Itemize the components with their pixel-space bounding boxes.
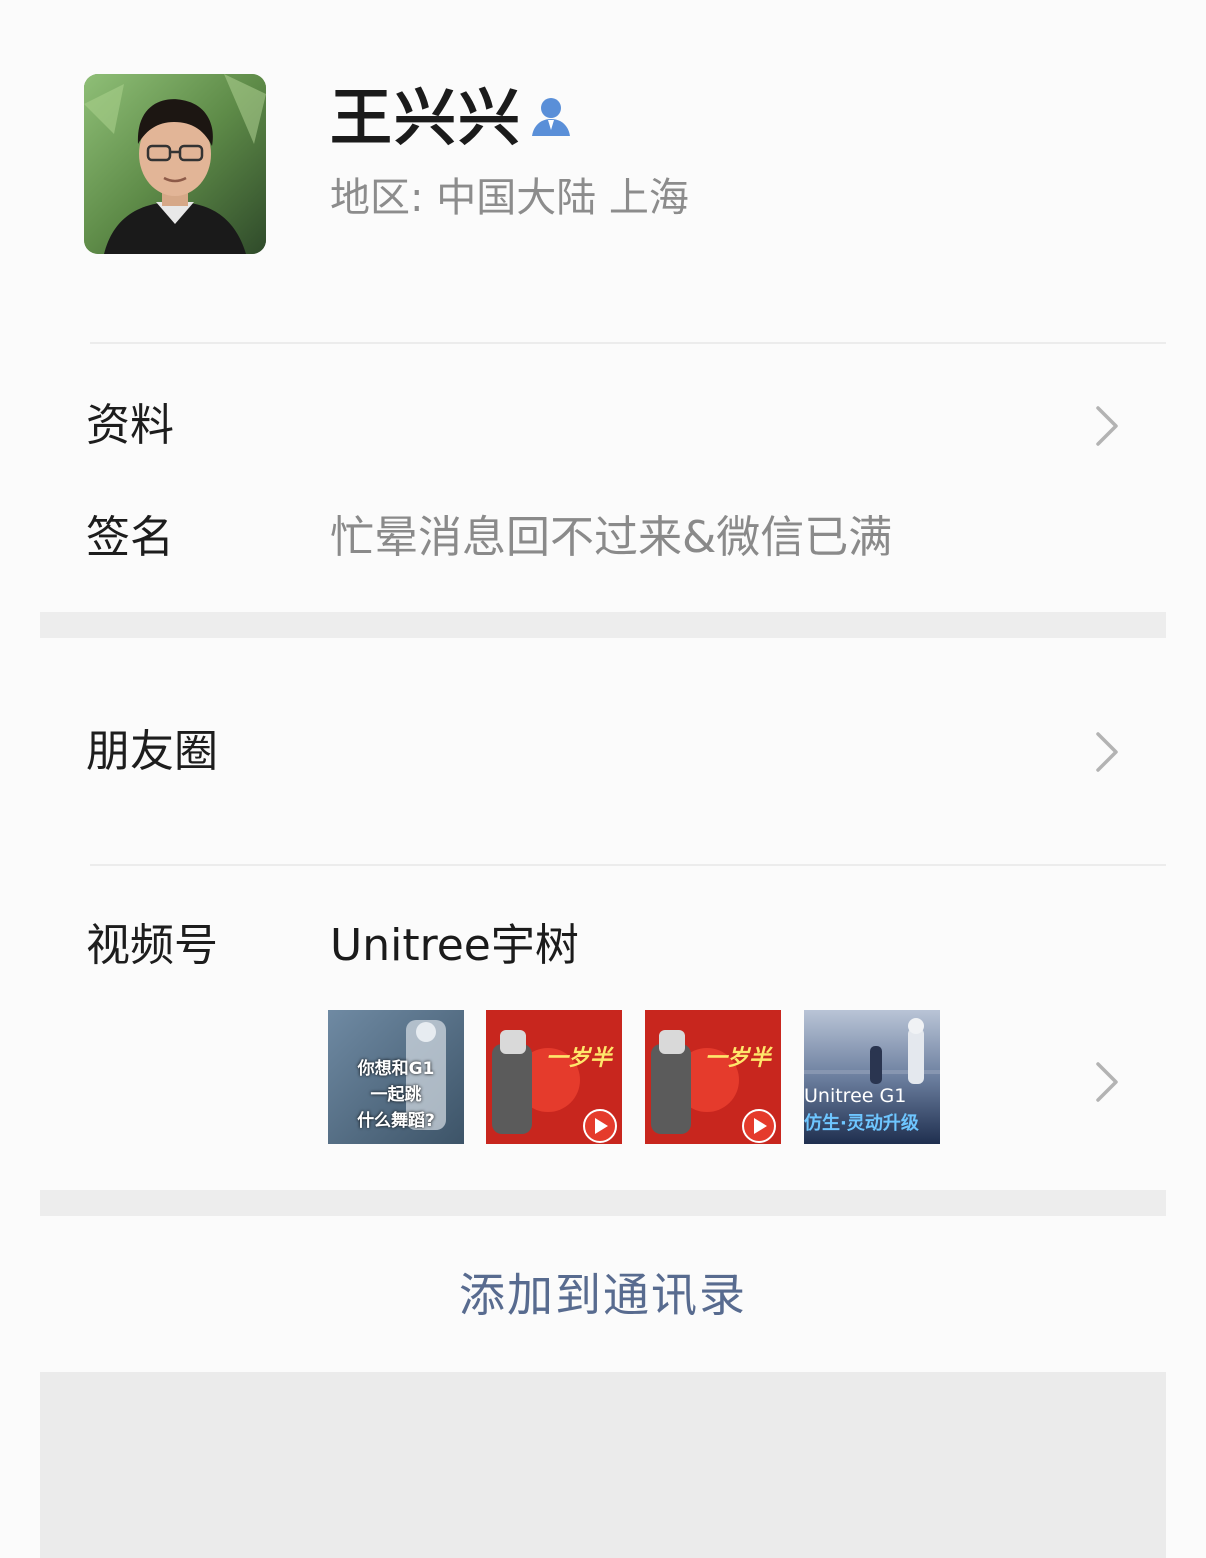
signature-label: 签名 [86,512,174,563]
chevron-right-icon [1096,732,1118,772]
moments-row[interactable]: 朋友圈 [40,638,1166,864]
info-row[interactable]: 资料 [40,344,1166,504]
channels-label: 视频号 [86,920,218,971]
channel-name: Unitree宇树 [330,920,579,971]
thumbnail-caption: 你想和G1 一起跳 什么舞蹈? [357,1059,435,1131]
avatar[interactable] [84,74,266,254]
contact-name: 王兴兴 [330,81,523,154]
info-label: 资料 [86,400,174,451]
channel-thumbnail[interactable]: Unitree G1 仿生·灵动升级 [804,1010,940,1144]
thumbnail-caption: Unitree G1 仿生·灵动升级 [804,1085,919,1134]
chevron-right-icon [1096,1062,1118,1102]
channel-thumbnail[interactable]: 你想和G1 一起跳 什么舞蹈? [328,1010,464,1144]
person-icon [532,98,570,136]
signature-row: 签名 忙晕消息回不过来&微信已满 [40,504,1166,610]
chevron-right-icon [1096,406,1118,446]
bottom-empty-area [40,1372,1166,1558]
add-to-contacts-label: 添加到通讯录 [459,1268,747,1322]
channel-thumbnail[interactable]: 一岁半 [645,1010,781,1144]
thumbnail-caption: 一岁半 [546,1046,613,1071]
section-gap [40,612,1166,638]
section-gap [40,1190,1166,1216]
avatar-photo [84,74,266,254]
region-text: 地区: 中国大陆 上海 [330,175,689,221]
moments-label: 朋友圈 [86,726,218,777]
contact-profile-page: 王兴兴 地区: 中国大陆 上海 资料 签名 忙晕消息回不过来&微信已满 朋友圈 … [0,0,1206,1558]
thumbnail-caption: 一岁半 [705,1046,772,1071]
signature-value: 忙晕消息回不过来&微信已满 [330,512,893,563]
add-to-contacts-button[interactable]: 添加到通讯录 [40,1216,1166,1372]
profile-header: 王兴兴 地区: 中国大陆 上海 [0,0,1206,342]
channel-thumbnail[interactable]: 一岁半 [486,1010,622,1144]
